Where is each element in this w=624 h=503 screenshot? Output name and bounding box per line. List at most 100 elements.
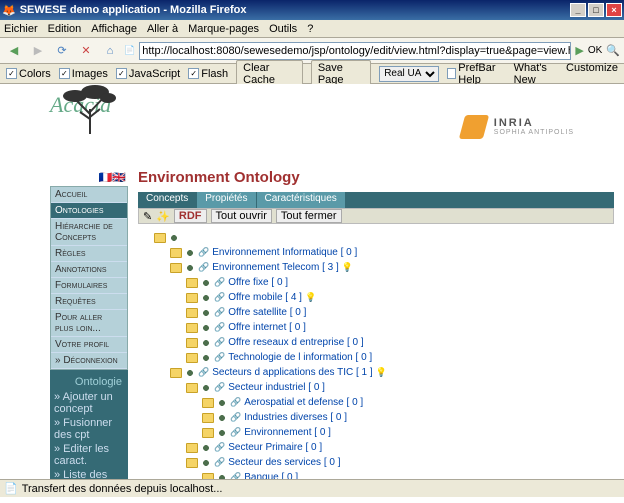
menu-help[interactable]: ? [307, 23, 313, 35]
folder-icon [186, 383, 198, 393]
pref-images[interactable]: ✓Images [59, 68, 108, 80]
go-icon[interactable]: ▶ [575, 44, 583, 57]
maximize-button[interactable]: □ [588, 3, 604, 17]
pref-help[interactable]: PrefBar Help [447, 62, 507, 86]
link-icon: 🔗 [214, 307, 225, 318]
sidebar-item[interactable]: Ontologies [51, 203, 127, 219]
url-input[interactable]: http://localhost:8080/sewesedemo/jsp/ont… [139, 42, 571, 60]
sidebar-item[interactable]: Pour aller plus loin... [51, 310, 127, 337]
pref-ua-select[interactable]: Real UA [379, 66, 439, 82]
tree-node[interactable] [154, 230, 614, 245]
tree-node[interactable]: 🔗Secteur Primaire [ 0 ] [186, 440, 614, 455]
tree-node[interactable]: 🔗Banque [ 0 ] [202, 470, 614, 479]
folder-icon [202, 473, 214, 480]
sidebar-item[interactable]: Votre profil [51, 337, 127, 353]
tree-node[interactable]: 🔗Aerospatial et defense [ 0 ] [202, 395, 614, 410]
sidebar-submenu: Ontologie » Ajouter un concept» Fusionne… [50, 370, 128, 479]
menu-go[interactable]: Aller à [147, 23, 178, 35]
tree-label: Environnement Telecom [ 3 ] [212, 262, 339, 273]
tree-node[interactable]: 🔗Technologie de l information [ 0 ] [186, 350, 614, 365]
tree-node[interactable]: 🔗Environnement Telecom [ 3 ] 💡 [170, 260, 614, 275]
gears-icon [201, 338, 211, 348]
page-icon: 📄 [124, 45, 135, 56]
minimize-button[interactable]: _ [570, 3, 586, 17]
pref-colors[interactable]: ✓Colors [6, 68, 51, 80]
tab-concepts[interactable]: Concepts [138, 192, 197, 208]
close-button[interactable]: × [606, 3, 622, 17]
folder-icon [170, 248, 182, 258]
tree-node[interactable]: 🔗Environnement [ 0 ] [202, 425, 614, 440]
submenu-title: Ontologie [54, 374, 124, 390]
link-icon: 🔗 [214, 382, 225, 393]
tree-label: Secteur Primaire [ 0 ] [228, 442, 322, 453]
gears-icon [201, 293, 211, 303]
tree-node[interactable]: 🔗Secteur industriel [ 0 ] [186, 380, 614, 395]
gears-icon [185, 263, 195, 273]
open-all-button[interactable]: Tout ouvrir [211, 209, 272, 223]
tree-node[interactable]: 🔗Secteurs d applications des TIC [ 1 ] 💡 [170, 365, 614, 380]
forward-button[interactable]: ▶ [28, 41, 48, 61]
folder-icon [186, 338, 198, 348]
stop-button[interactable]: ✕ [76, 41, 96, 61]
menu-file[interactable]: Eichier [4, 23, 38, 35]
sidebar-item[interactable]: » Déconnexion [51, 353, 127, 369]
sidebar: 🇫🇷🇬🇧 AccueilOntologiesHiérarchie de Conc… [50, 169, 128, 479]
link-icon: 🔗 [214, 352, 225, 363]
tree-node[interactable]: 🔗Offre mobile [ 4 ] 💡 [186, 290, 614, 305]
add-icon[interactable]: ✨ [156, 210, 170, 223]
link-icon: 🔗 [214, 277, 225, 288]
page-header: Acacia INRIASOPHIA ANTIPOLIS [0, 84, 624, 159]
pref-whatsnew[interactable]: What's New [514, 62, 560, 86]
sidebar-item[interactable]: Annotations [51, 262, 127, 278]
folder-icon [186, 353, 198, 363]
link-icon: 🔗 [230, 412, 241, 423]
tree-node[interactable]: 🔗Offre internet [ 0 ] [186, 320, 614, 335]
reload-button[interactable]: ⟳ [52, 41, 72, 61]
tab-characteristics[interactable]: Caractéristiques [257, 192, 346, 208]
sidebar-item[interactable]: Accueil [51, 187, 127, 203]
folder-icon [170, 368, 182, 378]
pref-customize[interactable]: Customize [566, 62, 618, 86]
search-icon[interactable]: 🔍 [606, 44, 620, 57]
sidebar-item[interactable]: Hiérarchie de Concepts [51, 219, 127, 246]
sidebar-item[interactable]: Règles [51, 246, 127, 262]
sidebar-item[interactable]: Formulaires [51, 278, 127, 294]
link-icon: 🔗 [198, 247, 209, 258]
folder-icon [186, 443, 198, 453]
link-icon: 🔗 [230, 427, 241, 438]
folder-icon [186, 323, 198, 333]
home-button[interactable]: ⌂ [100, 41, 120, 61]
prefbar: ✓Colors ✓Images ✓JavaScript ✓Flash Clear… [0, 64, 624, 84]
gears-icon [217, 428, 227, 438]
menu-view[interactable]: Affichage [91, 23, 137, 35]
close-all-button[interactable]: Tout fermer [276, 209, 342, 223]
firefox-icon: 🦊 [2, 4, 16, 17]
menu-bookmarks[interactable]: Marque-pages [188, 23, 259, 35]
link-icon: 🔗 [214, 457, 225, 468]
tree-node[interactable]: 🔗Environnement Informatique [ 0 ] [170, 245, 614, 260]
tree-node[interactable]: 🔗Offre reseaux d entreprise [ 0 ] [186, 335, 614, 350]
pref-flash[interactable]: ✓Flash [188, 68, 228, 80]
go-label[interactable]: OK [588, 45, 602, 56]
tree-node[interactable]: 🔗Offre fixe [ 0 ] [186, 275, 614, 290]
tab-properties[interactable]: Propiétés [197, 192, 256, 208]
sidebar-sublink[interactable]: » Editer les caract. [54, 442, 124, 468]
sidebar-sublink[interactable]: » Ajouter un concept [54, 390, 124, 416]
language-flags[interactable]: 🇫🇷🇬🇧 [50, 169, 128, 186]
tree-node[interactable]: 🔗Secteur des services [ 0 ] [186, 455, 614, 470]
tree-node[interactable]: 🔗Offre satellite [ 0 ] [186, 305, 614, 320]
pref-javascript[interactable]: ✓JavaScript [116, 68, 180, 80]
sidebar-sublink[interactable]: » Fusionner des cpt [54, 416, 124, 442]
menu-edit[interactable]: Edition [48, 23, 82, 35]
back-button[interactable]: ◀ [4, 41, 24, 61]
sidebar-sublink[interactable]: » Liste des ontologies [54, 468, 124, 479]
acacia-tree-icon [60, 84, 120, 134]
tree-label: Environnement [ 0 ] [244, 427, 331, 438]
tree-node[interactable]: 🔗Industries diverses [ 0 ] [202, 410, 614, 425]
sidebar-item[interactable]: Requêtes [51, 294, 127, 310]
folder-icon [186, 278, 198, 288]
rdf-button[interactable]: RDF [174, 209, 207, 223]
tree-label: Aerospatial et defense [ 0 ] [244, 397, 363, 408]
menu-tools[interactable]: Outils [269, 23, 297, 35]
edit-icon[interactable]: ✎ [143, 210, 152, 223]
